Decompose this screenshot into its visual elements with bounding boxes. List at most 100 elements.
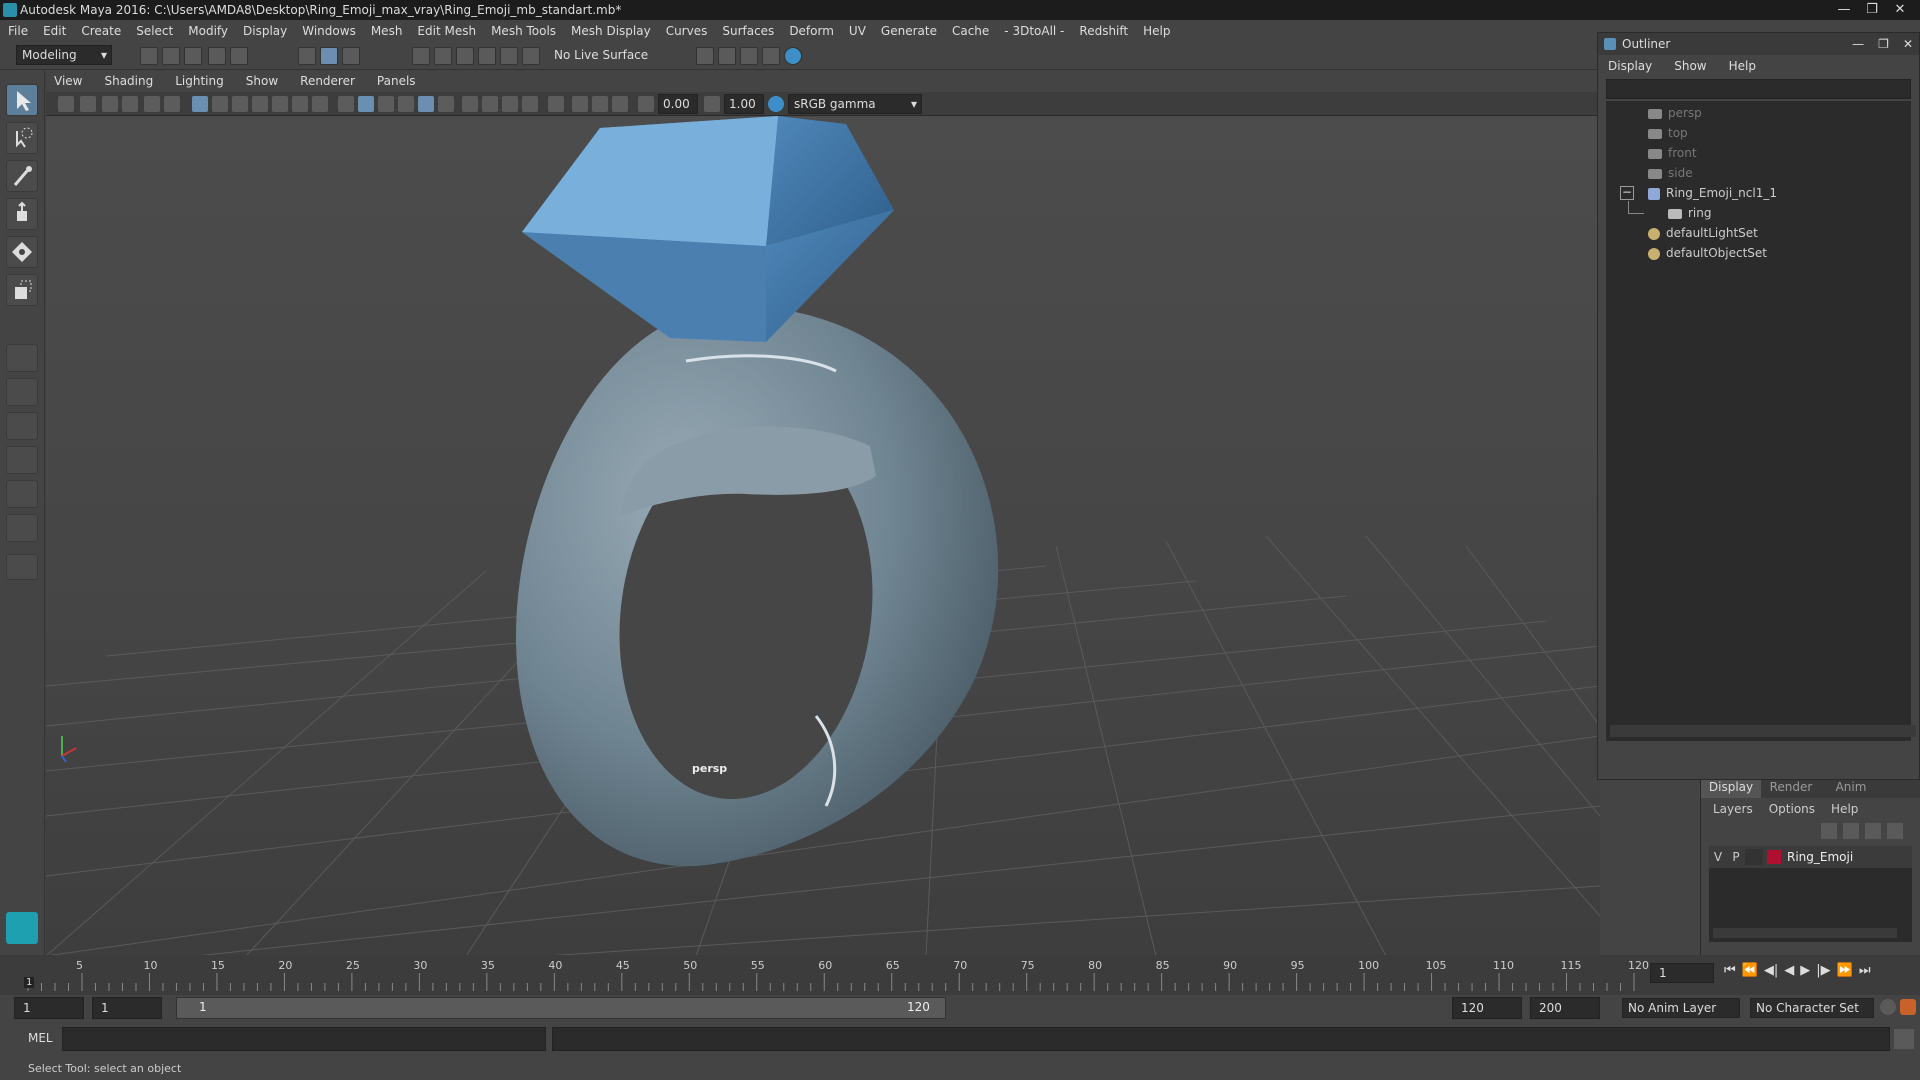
play-forwards-button[interactable]: ▶ <box>1800 963 1810 978</box>
layer-display-type[interactable] <box>1745 849 1763 865</box>
menu-curves[interactable]: Curves <box>666 24 708 38</box>
outliner-menu-display[interactable]: Display <box>1608 59 1652 73</box>
outliner-node-top[interactable]: top <box>1648 123 1688 143</box>
menu-edit-mesh[interactable]: Edit Mesh <box>417 24 476 38</box>
field-chart-icon[interactable] <box>272 96 288 112</box>
xray-icon[interactable] <box>438 96 454 112</box>
wireframe-icon[interactable] <box>338 96 354 112</box>
time-slider[interactable]: 5 10 15 20 25 30 35 40 45 50 55 60 65 70 75 80 85 90 95 100… <box>0 955 1920 995</box>
layer-row[interactable]: V P Ring_Emoji <box>1709 846 1912 868</box>
collapse-toggle[interactable]: − <box>1620 186 1634 200</box>
snap-history-icon[interactable] <box>522 47 540 65</box>
exposure-icon[interactable] <box>638 96 654 112</box>
mel-label[interactable]: MEL <box>28 1031 53 1045</box>
outliner-filter-field[interactable] <box>1606 79 1911 99</box>
bookmark-icon[interactable] <box>102 96 118 112</box>
layer-menu-layers[interactable]: Layers <box>1713 802 1753 816</box>
tab-display[interactable]: Display <box>1701 780 1761 798</box>
use-lights-icon[interactable] <box>378 96 394 112</box>
select-object-icon[interactable] <box>320 47 338 65</box>
film-gate-icon[interactable] <box>212 96 228 112</box>
maximize-button[interactable]: ❐ <box>1858 0 1886 20</box>
outliner-node-ring-emoji-group[interactable]: Ring_Emoji_ncl1_1 <box>1648 183 1777 203</box>
outliner-maximize-button[interactable]: ❐ <box>1878 33 1889 55</box>
current-frame-field[interactable]: 1 <box>1650 963 1714 983</box>
menu-3dtoall[interactable]: - 3DtoAll - <box>1004 24 1064 38</box>
render-view-icon[interactable] <box>762 47 780 65</box>
tab-render[interactable]: Render <box>1761 780 1821 798</box>
menu-mesh-tools[interactable]: Mesh Tools <box>491 24 556 38</box>
outliner-menu-show[interactable]: Show <box>1674 59 1706 73</box>
layout-outliner-icon[interactable] <box>6 480 38 508</box>
gate-mask-icon[interactable] <box>252 96 268 112</box>
menu-generate[interactable]: Generate <box>881 24 937 38</box>
2d-pan-icon[interactable] <box>144 96 160 112</box>
ambient-occlusion-icon[interactable] <box>462 96 478 112</box>
safe-title-icon[interactable] <box>312 96 328 112</box>
smooth-shade-icon[interactable] <box>358 96 374 112</box>
layout-stack-icon[interactable] <box>6 446 38 474</box>
layout-more-icon[interactable] <box>6 554 38 580</box>
move-layer-up-icon[interactable] <box>1821 823 1837 839</box>
undo-icon[interactable] <box>208 47 226 65</box>
outliner-node-side[interactable]: side <box>1648 163 1693 183</box>
vp-menu-show[interactable]: Show <box>246 74 278 88</box>
minimize-button[interactable]: — <box>1830 0 1858 20</box>
outliner-node-default-object-set[interactable]: defaultObjectSet <box>1648 243 1767 263</box>
new-layer-icon[interactable] <box>1865 823 1881 839</box>
menu-deform[interactable]: Deform <box>789 24 834 38</box>
menu-edit[interactable]: Edit <box>43 24 66 38</box>
grid-icon[interactable] <box>192 96 208 112</box>
image-plane-icon[interactable] <box>122 96 138 112</box>
menu-windows[interactable]: Windows <box>302 24 356 38</box>
snap-curve-icon[interactable] <box>434 47 452 65</box>
xray-active-icon[interactable] <box>592 96 608 112</box>
outliner-hscrollbar[interactable] <box>1610 725 1916 737</box>
depth-of-field-icon[interactable] <box>522 96 538 112</box>
select-tool-icon[interactable] <box>6 84 38 116</box>
render-frame-icon[interactable] <box>718 47 736 65</box>
isolate-select-icon[interactable] <box>548 96 564 112</box>
ipr-render-icon[interactable] <box>740 47 758 65</box>
select-hierarchy-icon[interactable] <box>298 47 316 65</box>
vp-menu-renderer[interactable]: Renderer <box>300 74 355 88</box>
menu-mesh[interactable]: Mesh <box>371 24 403 38</box>
vp-menu-view[interactable]: View <box>54 74 82 88</box>
step-back-key-button[interactable]: ⏪ <box>1742 963 1758 978</box>
resolution-gate-icon[interactable] <box>232 96 248 112</box>
anim-layer-dropdown[interactable]: No Anim Layer <box>1622 998 1740 1018</box>
exposure-field[interactable]: 0.00 <box>658 94 698 114</box>
layer-playback-toggle[interactable]: P <box>1727 850 1745 864</box>
current-frame-marker[interactable]: 1 <box>24 977 35 988</box>
snap-view-icon[interactable] <box>478 47 496 65</box>
outliner-menu-help[interactable]: Help <box>1729 59 1756 73</box>
layout-side-icon[interactable] <box>6 412 38 440</box>
outliner-minimize-button[interactable]: — <box>1852 33 1864 55</box>
select-component-icon[interactable] <box>342 47 360 65</box>
layer-hscrollbar[interactable] <box>1713 928 1897 938</box>
color-management-icon[interactable] <box>768 96 784 112</box>
snap-point-icon[interactable] <box>456 47 474 65</box>
motion-blur-icon[interactable] <box>482 96 498 112</box>
layout-single-icon[interactable] <box>6 344 38 372</box>
menu-surfaces[interactable]: Surfaces <box>722 24 774 38</box>
menu-display[interactable]: Display <box>243 24 287 38</box>
play-backwards-button[interactable]: ◀ <box>1784 963 1794 978</box>
new-scene-icon[interactable] <box>140 47 158 65</box>
outliner-close-button[interactable]: ✕ <box>1903 33 1913 55</box>
menu-uv[interactable]: UV <box>849 24 866 38</box>
character-set-dropdown[interactable]: No Character Set <box>1750 998 1874 1018</box>
backface-icon[interactable] <box>612 96 628 112</box>
menu-mesh-display[interactable]: Mesh Display <box>571 24 651 38</box>
camera-attr-icon[interactable] <box>80 96 96 112</box>
menu-file[interactable]: File <box>8 24 28 38</box>
lasso-tool-icon[interactable] <box>6 122 38 154</box>
command-input[interactable] <box>62 1027 546 1051</box>
outliner-node-default-light-set[interactable]: defaultLightSet <box>1648 223 1758 243</box>
open-scene-icon[interactable] <box>162 47 180 65</box>
step-forward-frame-button[interactable]: |▶ <box>1816 963 1830 978</box>
go-to-end-button[interactable]: ⏭ <box>1859 963 1871 978</box>
layout-graph-icon[interactable] <box>6 514 38 542</box>
vp-menu-panels[interactable]: Panels <box>377 74 416 88</box>
camera-select-icon[interactable] <box>58 96 74 112</box>
